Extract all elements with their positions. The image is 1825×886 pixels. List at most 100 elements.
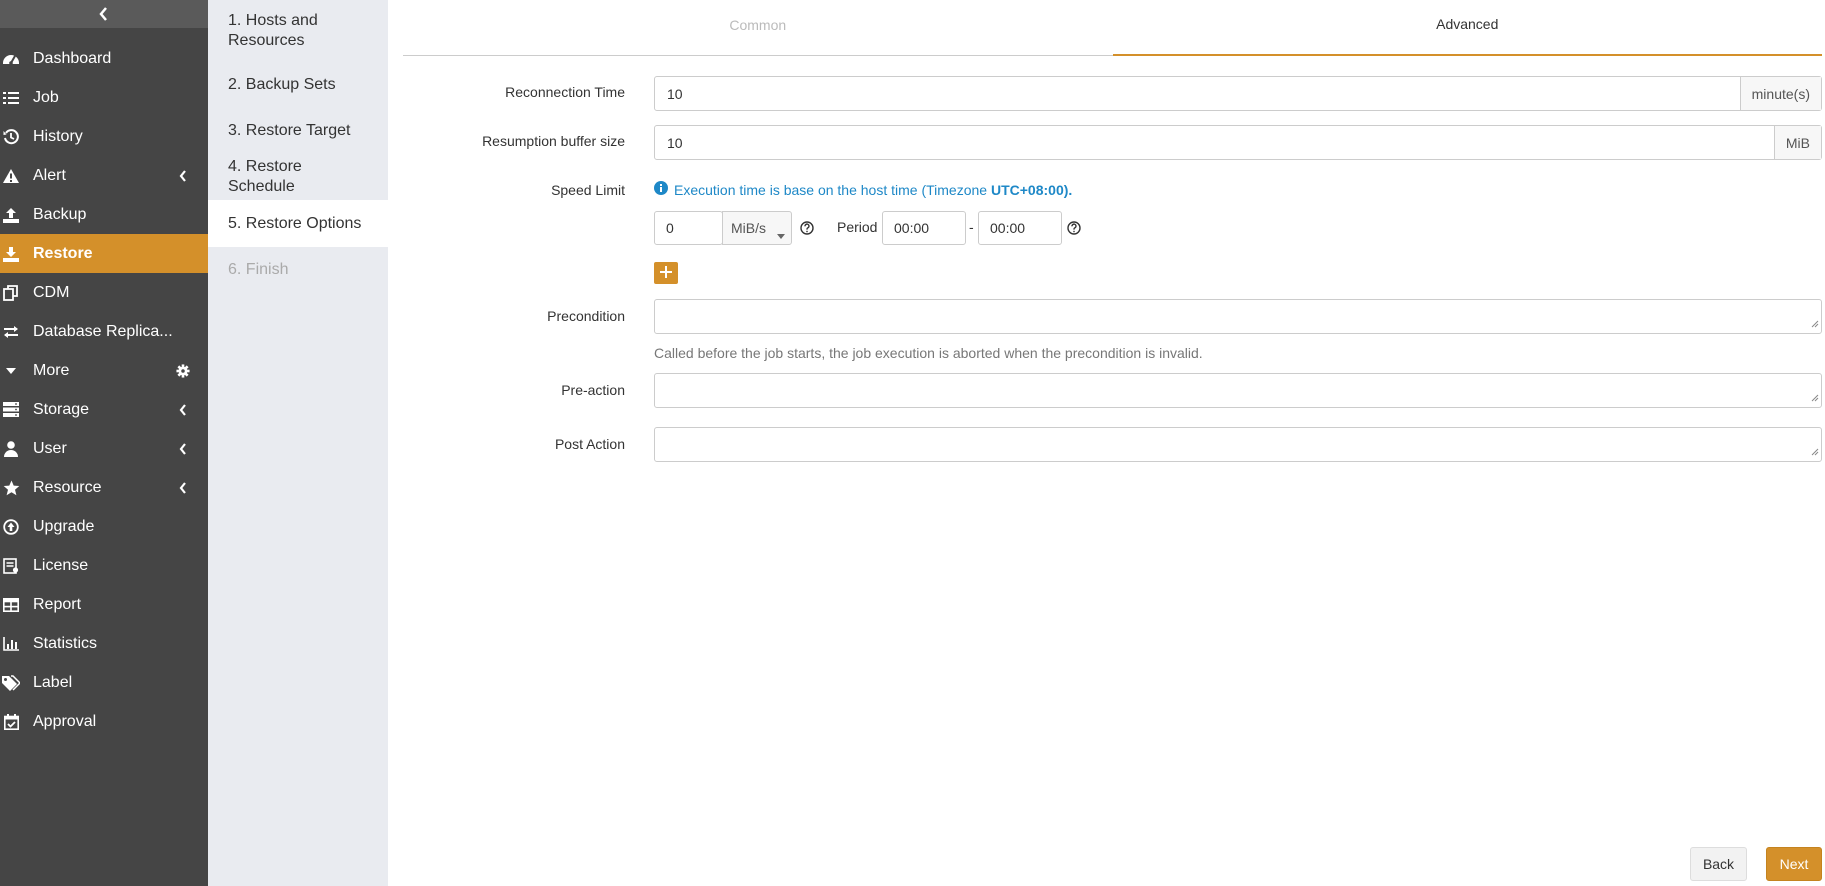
sidebar-item-storage[interactable]: Storage bbox=[0, 390, 208, 429]
sidebar-item-label: Restore bbox=[33, 244, 93, 262]
exchange-icon bbox=[2, 323, 20, 341]
sidebar-item-label: Resource bbox=[33, 478, 102, 496]
chevron-left-icon bbox=[176, 169, 190, 183]
sidebar-item-job[interactable]: Job bbox=[0, 78, 208, 117]
reconnection-time-label: Reconnection Time bbox=[505, 84, 625, 100]
sidebar-item-label-menu[interactable]: Label bbox=[0, 663, 208, 702]
list-icon bbox=[2, 89, 20, 107]
sidebar-item-label: Backup bbox=[33, 205, 87, 223]
speed-unit-value: MiB/s bbox=[731, 220, 766, 236]
copy-icon bbox=[2, 284, 20, 302]
step-restore-target[interactable]: 3. Restore Target bbox=[208, 108, 388, 154]
sidebar-item-report[interactable]: Report bbox=[0, 585, 208, 624]
sidebar-item-upgrade[interactable]: Upgrade bbox=[0, 507, 208, 546]
reconnection-time-input[interactable]: 10 bbox=[655, 77, 1740, 110]
back-button[interactable]: Back bbox=[1690, 847, 1747, 881]
table-icon bbox=[2, 596, 20, 614]
sidebar-collapse-button[interactable] bbox=[0, 0, 208, 28]
star-icon bbox=[2, 479, 20, 497]
sidebar-item-label: History bbox=[33, 127, 83, 145]
sidebar-item-label: Database Replica... bbox=[33, 322, 173, 340]
sidebar-item-alert[interactable]: Alert bbox=[0, 156, 208, 195]
step-label: 6. Finish bbox=[228, 260, 289, 278]
post-action-textarea[interactable] bbox=[654, 427, 1822, 462]
period-end-input[interactable]: 00:00 bbox=[978, 211, 1062, 245]
info-icon bbox=[654, 181, 668, 198]
sidebar-item-label: Statistics bbox=[33, 634, 98, 652]
caret-down-icon bbox=[777, 226, 785, 242]
calendar-check-icon bbox=[2, 713, 20, 731]
sidebar-item-label: License bbox=[33, 556, 89, 574]
speed-limit-label: Speed Limit bbox=[551, 182, 625, 198]
add-speed-limit-button[interactable] bbox=[654, 262, 678, 284]
tab-common[interactable]: Common bbox=[403, 0, 1113, 56]
chevron-left-icon bbox=[176, 442, 190, 456]
sidebar-item-history[interactable]: History bbox=[0, 117, 208, 156]
speed-limit-input[interactable]: 0 bbox=[654, 211, 723, 245]
sidebar-item-license[interactable]: License bbox=[0, 546, 208, 585]
sidebar-item-label: Approval bbox=[33, 712, 97, 730]
step-label: 3. Restore Target bbox=[228, 122, 351, 139]
timezone-info: Execution time is base on the host time … bbox=[654, 181, 1072, 198]
tab-label: Advanced bbox=[1436, 16, 1499, 32]
download-icon bbox=[2, 245, 20, 263]
step-backup-sets[interactable]: 2. Backup Sets bbox=[208, 62, 388, 108]
step-finish: 6. Finish bbox=[208, 247, 388, 292]
history-icon bbox=[2, 128, 20, 146]
sidebar-item-approval[interactable]: Approval bbox=[0, 702, 208, 741]
precondition-label: Precondition bbox=[547, 308, 625, 324]
sidebar-item-dashboard[interactable]: Dashboard bbox=[0, 39, 208, 78]
sidebar-item-statistics[interactable]: Statistics bbox=[0, 624, 208, 663]
gear-icon[interactable] bbox=[176, 363, 190, 378]
sidebar-item-label: Report bbox=[33, 595, 82, 613]
resize-grip-icon[interactable] bbox=[1811, 315, 1819, 331]
options-tabs: Common Advanced bbox=[403, 0, 1822, 56]
period-separator: - bbox=[969, 219, 974, 235]
sidebar-item-resource[interactable]: Resource bbox=[0, 468, 208, 507]
period-start-input[interactable]: 00:00 bbox=[882, 211, 966, 245]
warning-icon bbox=[2, 167, 20, 185]
resumption-buffer-label: Resumption buffer size bbox=[482, 133, 625, 149]
timezone-info-text: Execution time is base on the host time … bbox=[674, 181, 991, 198]
pre-action-textarea[interactable] bbox=[654, 373, 1822, 408]
period-help-icon[interactable] bbox=[1067, 221, 1081, 235]
sidebar-item-user[interactable]: User bbox=[0, 429, 208, 468]
precondition-textarea[interactable] bbox=[654, 299, 1822, 334]
bar-chart-icon bbox=[2, 635, 20, 653]
sidebar-item-database-replication[interactable]: Database Replica... bbox=[0, 312, 208, 351]
sidebar-item-more[interactable]: More bbox=[0, 351, 208, 390]
caret-down-icon bbox=[2, 362, 20, 380]
resize-grip-icon[interactable] bbox=[1811, 443, 1819, 459]
user-icon bbox=[2, 440, 20, 458]
next-button[interactable]: Next bbox=[1766, 847, 1822, 881]
chevron-left-icon bbox=[176, 403, 190, 417]
tab-advanced[interactable]: Advanced bbox=[1112, 0, 1822, 56]
sidebar-item-label: CDM bbox=[33, 283, 70, 301]
sidebar-item-backup[interactable]: Backup bbox=[0, 195, 208, 234]
sidebar-item-label: User bbox=[33, 439, 67, 457]
sidebar-item-restore[interactable]: Restore bbox=[0, 234, 208, 273]
sidebar-item-cdm[interactable]: CDM bbox=[0, 273, 208, 312]
resumption-buffer-unit: MiB bbox=[1773, 126, 1821, 159]
upgrade-icon bbox=[2, 518, 20, 536]
precondition-hint: Called before the job starts, the job ex… bbox=[654, 345, 1203, 361]
main-content: Common Advanced Reconnection Time 10 min… bbox=[388, 0, 1825, 886]
step-restore-schedule[interactable]: 4. Restore Schedule bbox=[208, 154, 388, 200]
resize-grip-icon[interactable] bbox=[1811, 389, 1819, 405]
step-hosts-and-resources[interactable]: 1. Hosts and Resources bbox=[208, 0, 388, 62]
tab-label: Common bbox=[729, 17, 787, 33]
step-label: 5. Restore Options bbox=[228, 214, 362, 232]
step-label: 4. Restore Schedule bbox=[228, 158, 302, 195]
resumption-buffer-input[interactable]: 10 bbox=[655, 126, 1774, 159]
post-action-label: Post Action bbox=[554, 436, 625, 452]
upload-icon bbox=[2, 206, 20, 224]
step-restore-options[interactable]: 5. Restore Options bbox=[208, 200, 388, 247]
speed-unit-select[interactable]: MiB/s bbox=[722, 211, 792, 245]
speed-help-icon[interactable] bbox=[800, 221, 814, 235]
reconnection-time-unit: minute(s) bbox=[1739, 77, 1821, 110]
reconnection-time-group: 10 minute(s) bbox=[654, 76, 1822, 111]
sidebar-item-label: Dashboard bbox=[33, 49, 112, 67]
step-label-line1: 1. Hosts and bbox=[228, 12, 318, 29]
wizard-steps: 1. Hosts and Resources 2. Backup Sets 3.… bbox=[208, 0, 388, 886]
sidebar-item-label: Label bbox=[33, 673, 73, 691]
